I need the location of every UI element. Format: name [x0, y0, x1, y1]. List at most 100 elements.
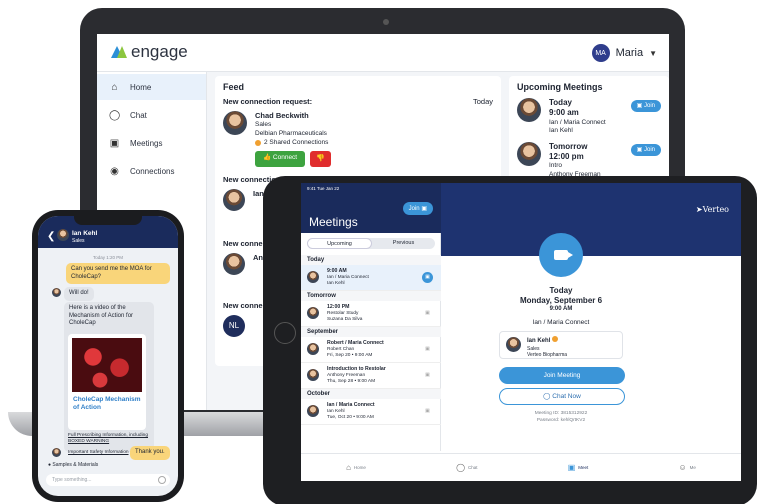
phone-notch [74, 216, 142, 225]
list-item[interactable]: Robert / Maria Connect Robert Chan Fri, Se… [301, 337, 441, 363]
shared-label: 2 Shared Connections [264, 138, 329, 146]
nav-me[interactable]: ☺ Me [678, 463, 695, 472]
nav-label: Me [689, 465, 696, 470]
chat-thread: Today 1:20 PM Can you send me the MOA fo… [38, 248, 178, 458]
video-icon: ▣ [109, 137, 120, 149]
nav-chat[interactable]: ◯ Chat [456, 463, 477, 472]
item-subtitle: Ian / Maria Connect [327, 274, 369, 280]
video-title[interactable]: CholeCap Mechanism of Action [73, 396, 141, 412]
avatar: NL [223, 314, 245, 337]
message-incoming: Will do! [64, 287, 94, 301]
join-button[interactable]: Join ▣ [402, 202, 433, 215]
contact-role: Sales [72, 238, 85, 244]
video-icon[interactable]: ▣ [422, 370, 433, 381]
sidebar-item-connections[interactable]: ◉ Connections [97, 158, 206, 184]
participant-card[interactable]: Ian Kehl Sales Verteo Biopharma [499, 331, 623, 359]
app-logo[interactable]: engage [111, 42, 188, 62]
connect-button[interactable]: 👍 Connect [255, 151, 306, 167]
meeting-day: Today [549, 98, 572, 107]
timestamp: Today 1:20 PM [92, 255, 124, 260]
chat-now-label: Chat Now [552, 393, 581, 400]
sidebar-item-label: Meetings [130, 138, 163, 148]
meeting-item[interactable]: Today 9:00 am Ian / Maria Connect Ian Ke… [517, 98, 661, 136]
decline-button[interactable]: 👎 [310, 151, 331, 167]
add-icon[interactable] [158, 476, 166, 484]
feed-item-header: New connection request: Today [223, 97, 493, 106]
video-icon[interactable]: ▣ [422, 344, 433, 355]
video-icon: ▣ [567, 463, 576, 472]
input-placeholder: Type something... [52, 477, 92, 483]
nav-label: Meet [578, 465, 589, 470]
list-item[interactable]: 9:00 AM Ian / Maria Connect Ian Kehl ▣ [301, 265, 441, 291]
prescribing-link[interactable]: Full Prescribing Information, including … [68, 433, 152, 445]
person-company: Delbian Pharmaceuticals [255, 129, 327, 137]
person-name[interactable]: An [253, 253, 263, 263]
chevron-down-icon: ▼ [649, 48, 657, 58]
safety-link[interactable]: Important Safety Information [68, 450, 129, 456]
feed-title: Feed [223, 82, 245, 92]
person-name[interactable]: Chad Beckwith [255, 111, 331, 121]
bottom-nav: ⌂ Home ◯ Chat ▣ Meet ☺ Me [301, 453, 741, 481]
connections-icon: ◉ [110, 165, 119, 177]
video-thumbnail[interactable] [72, 338, 142, 392]
nav-home[interactable]: ⌂ Home [346, 463, 366, 472]
sidebar-item-chat[interactable]: ◯ Chat [97, 102, 206, 128]
nav-label: Chat [468, 465, 478, 470]
avatar [517, 98, 541, 122]
avatar [307, 343, 319, 355]
item-detail: Ian Kehl [327, 280, 345, 286]
join-label: Join [643, 103, 655, 109]
video-icon[interactable]: ▣ [422, 308, 433, 319]
section-header: Today [301, 255, 441, 265]
participant-role: Sales [527, 345, 540, 352]
message-text: Here is a video of the Mechanism of Acti… [69, 305, 134, 326]
video-icon[interactable]: ▣ [422, 406, 433, 417]
sidebar-item-home[interactable]: ⌂ Home [97, 74, 206, 100]
avatar [57, 229, 69, 241]
meeting-password: Password: kehlQrtKV2 [536, 417, 586, 423]
request-actions: 👍 Connect 👎 [255, 151, 331, 167]
list-item[interactable]: Ian / Maria Connect Ian Kehl Tue, Oct 20 •… [301, 399, 441, 425]
avatar: MA [591, 44, 610, 62]
join-button[interactable]: ▣ Join [630, 100, 661, 112]
list-item[interactable]: 12:00 PM Restolar Study Suzana Da Silva ▣ [301, 301, 441, 327]
tab-upcoming[interactable]: Upcoming [307, 238, 372, 249]
avatar [52, 448, 61, 457]
brand-logo: ➤Verteo [696, 205, 729, 214]
item-title: 9:00 AM [327, 268, 347, 274]
back-icon[interactable]: ❮ [47, 231, 55, 242]
meeting-tabs: Upcoming Previous [307, 238, 435, 249]
item-title: Introduction to Restolar [327, 366, 386, 372]
chat-now-button[interactable]: ◯ Chat Now [499, 388, 625, 405]
nav-meet[interactable]: ▣ Meet [568, 463, 589, 472]
samples-materials[interactable]: ● Samples & Materials [38, 462, 178, 468]
video-icon[interactable]: ▣ [422, 272, 433, 283]
participant-name: Ian Kehl [527, 338, 551, 344]
avatar [223, 111, 247, 135]
item-detail: Thu, Sep 28 • 9:00 AM [327, 378, 376, 384]
samples-icon: ● [48, 462, 52, 468]
video-card[interactable]: CholeCap Mechanism of Action [68, 334, 146, 430]
join-meeting-button[interactable]: Join Meeting [499, 367, 625, 384]
sidebar-item-meetings[interactable]: ▣ Meetings [97, 130, 206, 156]
section-header: Tomorrow [301, 291, 441, 301]
join-button[interactable]: ▣ Join [630, 143, 661, 156]
sidebar-item-label: Chat [130, 110, 147, 120]
meeting-name: Ian / Maria Connect [532, 319, 590, 326]
section-header: September [301, 327, 441, 337]
page-title: Meetings [309, 215, 358, 229]
item-detail: Tue, Oct 20 • 9:00 AM [327, 414, 374, 420]
avatar [307, 369, 319, 381]
tab-previous[interactable]: Previous [372, 238, 435, 249]
list-item[interactable]: Introduction to Restolar Anthony Freeman T… [301, 363, 441, 389]
avatar [517, 141, 541, 166]
laptop-camera [383, 19, 389, 25]
message-input[interactable]: Type something... [46, 474, 170, 486]
meetings-list-pane: 9:41 Tue Jan 22 Meetings Join ▣ Upcoming… [301, 183, 441, 451]
user-menu[interactable]: MA Maria ▼ [591, 44, 657, 62]
profile-icon: ☺ [678, 463, 687, 472]
tablet-screen: 9:41 Tue Jan 22 Meetings Join ▣ Upcoming… [301, 183, 741, 481]
marketing-scene: engage MA Maria ▼ ⌂ Home ◯ Chat ▣ Meetin… [0, 0, 757, 504]
meeting-item[interactable]: Tomorrow 12:00 pm Intro Anthony Freeman … [517, 141, 661, 180]
meeting-host: Ian Kehl [549, 127, 573, 135]
